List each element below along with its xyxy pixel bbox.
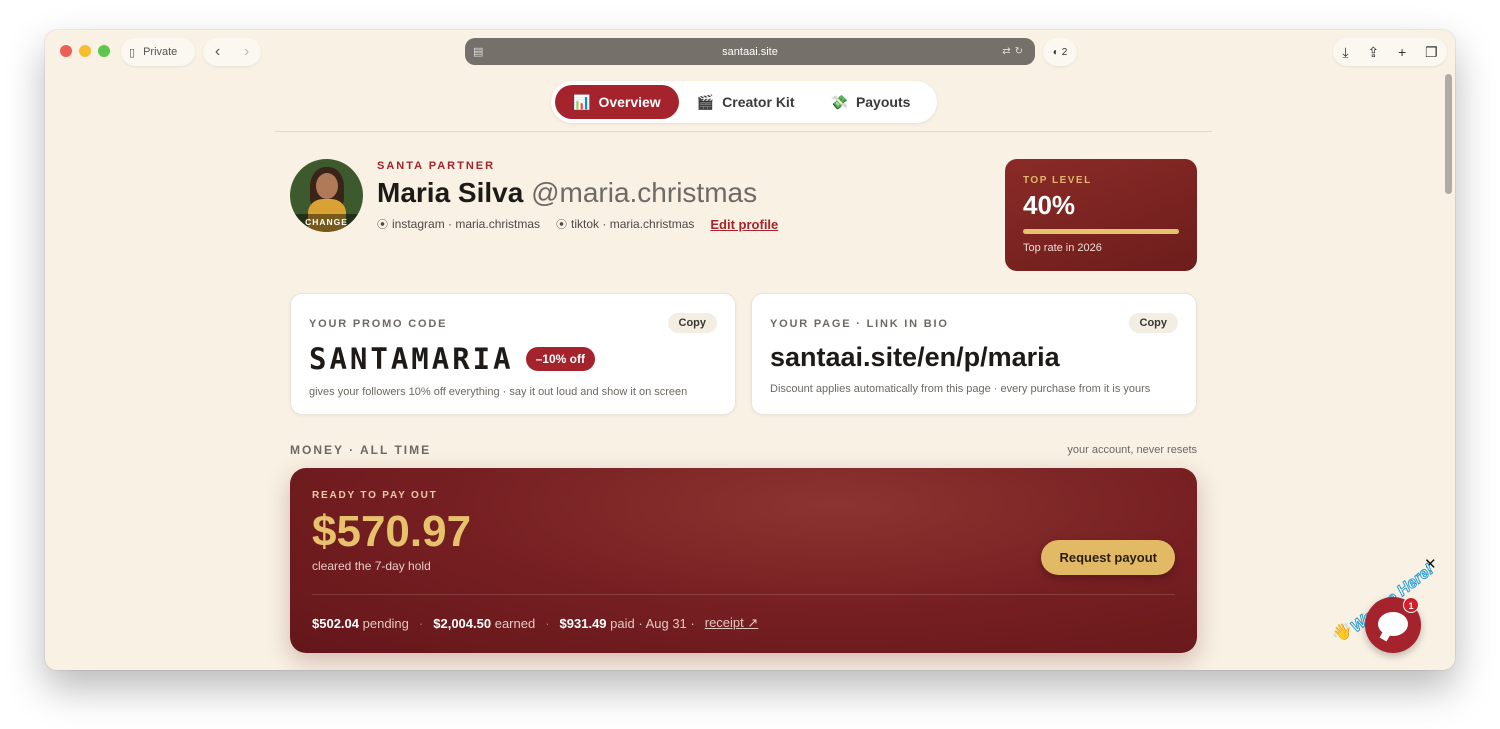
- zoom-window-button[interactable]: [98, 45, 110, 57]
- promo-description: gives your followers 10% off everything …: [309, 386, 688, 398]
- page-link-description: Discount applies automatically from this…: [770, 383, 1151, 395]
- private-label: Private: [143, 46, 178, 58]
- address-bar[interactable]: ▤ santaai.site ⇄↻: [465, 38, 1035, 65]
- separator-dot: ·: [545, 615, 550, 631]
- waving-hand-icon: 👋: [1332, 624, 1352, 641]
- pending-stat: $502.04 pending: [312, 615, 409, 631]
- new-tab-icon[interactable]: +: [1398, 44, 1406, 60]
- chat-bubble-icon: [1378, 612, 1408, 636]
- browser-toolbar: ▯ Private ‹ › ▤ santaai.site ⇄↻ ◐ 2 ⤓ ⇪ …: [45, 30, 1455, 74]
- payout-card: READY TO PAY OUT $570.97 cleared the 7-d…: [290, 468, 1197, 653]
- tabs-overview-icon[interactable]: ❐: [1425, 44, 1438, 61]
- level-label: TOP LEVEL: [1023, 175, 1092, 186]
- change-avatar-label[interactable]: CHANGE: [290, 214, 363, 232]
- download-icon[interactable]: ⤓: [1342, 44, 1348, 61]
- separator-dot: ·: [418, 615, 424, 631]
- sidebar-toggle-button[interactable]: ▯ Private: [121, 38, 195, 66]
- share-icon[interactable]: ⇪: [1367, 44, 1379, 61]
- close-window-button[interactable]: [60, 45, 72, 57]
- avatar[interactable]: CHANGE: [290, 159, 363, 232]
- forward-icon[interactable]: ›: [244, 43, 249, 61]
- partner-eyebrow: SANTA PARTNER: [377, 160, 496, 172]
- level-progress-fill: [1023, 229, 1179, 234]
- discount-badge: –10% off: [525, 347, 595, 371]
- translate-reload-icons[interactable]: ⇄↻: [1002, 46, 1027, 57]
- level-card: TOP LEVEL 40% Top rate in 2026: [1005, 159, 1197, 271]
- social-label: tiktok · maria.christmas: [571, 217, 695, 231]
- header-divider: [275, 131, 1212, 132]
- promo-row: SANTAMARIA –10% off: [309, 342, 717, 376]
- minimize-window-button[interactable]: [79, 45, 91, 57]
- money-section-note: your account, never resets: [1067, 444, 1197, 456]
- payout-stats: $502.04 pending · $2,004.50 earned · $93…: [312, 615, 758, 631]
- copy-link-button[interactable]: Copy: [1128, 313, 1178, 333]
- avatar-face: [316, 173, 338, 199]
- tab-creator-kit[interactable]: 🎬 Creator Kit: [679, 85, 813, 119]
- payout-divider: [312, 594, 1175, 595]
- social-tiktok[interactable]: ⦿ tiktok · maria.christmas: [556, 216, 694, 232]
- earned-stat: $2,004.50 earned: [433, 615, 536, 631]
- chat-unread-badge: 1: [1403, 597, 1419, 613]
- social-instagram[interactable]: ⦿ instagram · maria.christmas: [377, 216, 540, 232]
- sidebar-icon: ▯: [129, 46, 136, 59]
- display-name: Maria Silva: [377, 177, 524, 208]
- level-note: Top rate in 2026: [1023, 242, 1102, 254]
- tab-overview[interactable]: 📊 Overview: [555, 85, 679, 119]
- tab-label: Overview: [598, 94, 661, 110]
- tab-label: Payouts: [855, 94, 911, 110]
- page-link-row: santaai.site/en/p/maria: [770, 342, 1178, 373]
- navigation-controls: ‹ ›: [203, 38, 261, 66]
- extensions-button[interactable]: ◐ 2: [1043, 38, 1077, 66]
- page-settings-icon[interactable]: ▤: [473, 45, 483, 58]
- tab-label: Creator Kit: [722, 94, 795, 110]
- social-label: instagram · maria.christmas: [392, 217, 541, 231]
- profile-name: Maria Silva @maria.christmas: [377, 177, 757, 209]
- promo-code: SANTAMARIA: [309, 342, 514, 376]
- edit-profile-link[interactable]: Edit profile: [710, 217, 778, 232]
- profile-handle: @maria.christmas: [531, 177, 758, 208]
- copy-promo-button[interactable]: Copy: [667, 313, 717, 333]
- browser-actions: ⤓ ⇪ + ❐: [1333, 38, 1447, 66]
- money-section-title: MONEY · ALL TIME: [290, 443, 432, 457]
- chart-icon: 📊: [573, 93, 591, 110]
- level-percent: 40%: [1023, 190, 1076, 220]
- page-link-card: YOUR PAGE · LINK IN BIO Copy santaai.sit…: [751, 293, 1197, 415]
- promo-code-card: YOUR PROMO CODE Copy SANTAMARIA –10% off…: [290, 293, 736, 415]
- instagram-icon: ⦿: [377, 219, 388, 231]
- ready-label: READY TO PAY OUT: [312, 490, 438, 501]
- page-link-url: santaai.site/en/p/maria: [770, 342, 1060, 372]
- window-controls: [60, 45, 110, 57]
- receipt-link[interactable]: receipt ↗: [705, 615, 759, 631]
- back-icon[interactable]: ‹: [215, 43, 220, 61]
- scrollbar[interactable]: [1445, 74, 1452, 194]
- promo-label: YOUR PROMO CODE: [309, 318, 448, 330]
- page-link-label: YOUR PAGE · LINK IN BIO: [770, 318, 949, 330]
- extension-count: 2: [1061, 46, 1068, 58]
- paid-stat: $931.49 paid · Aug 31 ·: [559, 615, 695, 631]
- tab-payouts[interactable]: 💸 Payouts: [813, 85, 929, 119]
- main-tabs: 📊 Overview 🎬 Creator Kit 💸 Payouts: [551, 81, 937, 123]
- browser-window: ▯ Private ‹ › ▤ santaai.site ⇄↻ ◐ 2 ⤓ ⇪ …: [45, 30, 1455, 670]
- social-links: ⦿ instagram · maria.christmas ⦿ tiktok ·…: [377, 216, 778, 232]
- shield-icon: ◐: [1052, 46, 1059, 58]
- url-text: santaai.site: [722, 45, 778, 58]
- tiktok-icon: ⦿: [556, 219, 568, 231]
- request-payout-button[interactable]: Request payout: [1041, 540, 1175, 575]
- money-wings-icon: 💸: [830, 93, 848, 110]
- level-progress-track: [1023, 229, 1179, 234]
- clapperboard-icon: 🎬: [696, 93, 715, 110]
